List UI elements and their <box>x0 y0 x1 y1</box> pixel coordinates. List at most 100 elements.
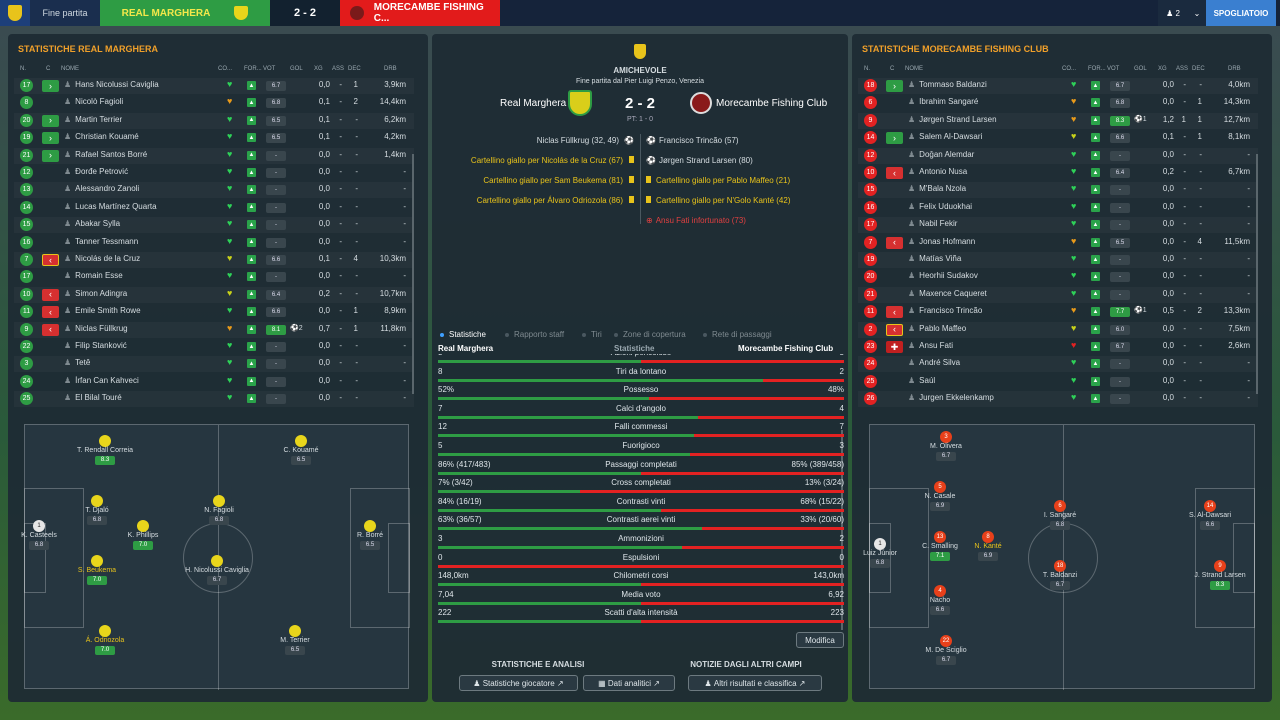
sub-in-icon[interactable]: › <box>42 80 59 92</box>
other-results-button[interactable]: ♟ Altri risultati e classifica ↗ <box>688 675 822 691</box>
col-header-9[interactable]: DEC <box>348 66 361 72</box>
tab-3[interactable]: Zone di copertura <box>614 330 686 339</box>
player-name[interactable]: ♟ Hans Nicolussi Caviglia <box>64 80 159 89</box>
table-row[interactable]: 20 ♟ Heorhii Sudakov ♥ ▲ -0,0- - - <box>858 269 1258 285</box>
sub-out-icon[interactable]: ‹ <box>42 254 59 266</box>
col-header-4[interactable]: FOR... <box>244 66 262 72</box>
col-header-9[interactable]: DEC <box>1192 66 1205 72</box>
col-header-3[interactable]: CO... <box>218 66 232 72</box>
player-name[interactable]: ♟ Christian Kouamé <box>64 132 139 141</box>
player-token[interactable]: 5 N. Casale 6.9 <box>905 481 975 511</box>
player-name[interactable]: ♟ Nabil Fekir <box>908 219 957 228</box>
player-name[interactable]: ♟ Abakar Sylla <box>64 219 120 228</box>
table-row[interactable]: 21 › ♟ Rafael Santos Borré ♥ ▲ -0,0- -1,4km <box>14 148 414 164</box>
player-token[interactable]: 1 K. Casteels 6.8 <box>4 520 74 550</box>
col-header-0[interactable]: N. <box>864 66 870 72</box>
player-name[interactable]: ♟ Filip Stanković <box>64 341 127 350</box>
injury-icon[interactable]: ✚ <box>886 341 903 353</box>
player-token[interactable]: 4 Nacho 6.6 <box>905 585 975 615</box>
table-row[interactable]: 16 ♟ Felix Uduokhai ♥ ▲ -0,0- - - <box>858 200 1258 216</box>
player-name[interactable]: ♟ Lucas Martínez Quarta <box>64 202 157 211</box>
user-count[interactable]: ♟ 2 <box>1158 0 1188 26</box>
col-header-8[interactable]: ASS <box>332 66 344 72</box>
col-header-3[interactable]: CO... <box>1062 66 1076 72</box>
table-row[interactable]: 11 ‹ ♟ Emile Smith Rowe ♥ ▲ 6.6 0,0- 1 8,9km <box>14 304 414 320</box>
tab-0[interactable]: Statistiche <box>440 330 486 339</box>
player-token[interactable]: 18 T. Baldanzi 6.7 <box>1025 560 1095 590</box>
table-row[interactable]: 17 ♟ Nabil Fekir ♥ ▲ -0,0- - - <box>858 217 1258 233</box>
player-name[interactable]: ♟ Romain Esse <box>64 271 123 280</box>
player-name[interactable]: ♟ Tommaso Baldanzi <box>908 80 987 89</box>
table-row[interactable]: 23 ✚ ♟ Ansu Fati ♥ ▲ 6.7 0,0- -2,6km <box>858 339 1258 355</box>
col-header-7[interactable]: XG <box>314 66 323 72</box>
home-team-label[interactable]: REAL MARGHERA <box>100 0 270 26</box>
center-away-team[interactable]: Morecambe Fishing Club <box>716 98 827 109</box>
table-row[interactable]: 19 › ♟ Christian Kouamé ♥ ▲ 6.5 0,1- -4,2km <box>14 130 414 146</box>
table-row[interactable]: 9 ‹ ♟ Niclas Füllkrug ♥ ▲ 8.1 ⚽2 0,7- 1 11,8km <box>14 322 414 338</box>
tab-2[interactable]: Tiri <box>582 330 602 339</box>
player-token[interactable]: K. Phillips 7.0 <box>108 520 178 550</box>
sub-out-icon[interactable]: ‹ <box>886 167 903 179</box>
sub-in-icon[interactable]: › <box>886 132 903 145</box>
away-team-label[interactable]: MORECAMBE FISHING C... <box>340 0 500 26</box>
table-row[interactable]: 12 ♟ Đorđe Petrović ♥ ▲ -0,0- - - <box>14 165 414 181</box>
sub-out-icon[interactable]: ‹ <box>886 323 903 336</box>
col-header-1[interactable]: C <box>890 66 894 72</box>
player-name[interactable]: ♟ Niclas Füllkrug <box>64 324 128 333</box>
player-name[interactable]: ♟ Ibrahim Sangaré <box>908 97 978 106</box>
table-row[interactable]: 24 ♟ İrfan Can Kahveci ♥ ▲ -0,0- - - <box>14 374 414 390</box>
player-token[interactable]: 9 J. Strand Larsen 8.3 <box>1185 560 1255 590</box>
col-header-4[interactable]: FOR... <box>1088 66 1106 72</box>
player-name[interactable]: ♟ Nicolás de la Cruz <box>64 254 140 263</box>
col-header-7[interactable]: XG <box>1158 66 1167 72</box>
col-header-2[interactable]: NOME <box>905 66 923 72</box>
player-name[interactable]: ♟ Felix Uduokhai <box>908 202 972 211</box>
table-row[interactable]: 15 ♟ M'Bala Nzola ♥ ▲ -0,0- - - <box>858 182 1258 198</box>
player-name[interactable]: ♟ Doğan Alemdar <box>908 150 974 159</box>
analytics-button[interactable]: ▦ Dati analitici ↗ <box>583 675 675 691</box>
table-row[interactable]: 10 ‹ ♟ Simon Adingra ♥ ▲ 6.4 0,2- -10,7km <box>14 287 414 303</box>
table-row[interactable]: 11 ‹ ♟ Francisco Trincão ♥ ▲ 7.7 ⚽1 0,5- 2 13,3km <box>858 304 1258 320</box>
table-row[interactable]: 10 ‹ ♟ Antonio Nusa ♥ ▲ 6.4 0,2- -6,7km <box>858 165 1258 181</box>
player-name[interactable]: ♟ Rafael Santos Borré <box>64 150 147 159</box>
table-row[interactable]: 19 ♟ Matías Viña ♥ ▲ -0,0- - - <box>858 252 1258 268</box>
player-token[interactable]: C. Kouamé 6.5 <box>266 435 336 465</box>
col-header-0[interactable]: N. <box>20 66 26 72</box>
player-name[interactable]: ♟ M'Bala Nzola <box>908 184 966 193</box>
player-token[interactable]: T. Rendall Correia 8.3 <box>70 435 140 465</box>
player-token[interactable]: H. Nicolussi Caviglia 6.7 <box>182 555 252 585</box>
table-row[interactable]: 25 ♟ Saúl ♥ ▲ -0,0- - - <box>858 374 1258 390</box>
sub-out-icon[interactable]: ‹ <box>886 306 903 319</box>
table-row[interactable]: 2 ‹ ♟ Pablo Maffeo ♥ ▲ 6.0 0,0- -7,5km <box>858 322 1258 338</box>
player-token[interactable]: 8 N. Kanté 6.9 <box>953 531 1023 561</box>
sub-in-icon[interactable]: › <box>42 114 59 127</box>
player-token[interactable]: M. Terrier 6.5 <box>260 625 330 655</box>
player-name[interactable]: ♟ Pablo Maffeo <box>908 324 966 333</box>
table-row[interactable]: 21 ♟ Maxence Caqueret ♥ ▲ -0,0- - - <box>858 287 1258 303</box>
player-token[interactable]: R. Borré 6.5 <box>335 520 405 550</box>
player-name[interactable]: ♟ Jonas Hofmann <box>908 237 975 246</box>
table-row[interactable]: 9 ♟ Jørgen Strand Larsen ♥ ▲ 8.3 ⚽1 1,2 1 1 12,7km <box>858 113 1258 129</box>
table-row[interactable]: 6 ♟ Ibrahim Sangaré ♥ ▲ 6.8 0,0- 1 14,3km <box>858 95 1258 111</box>
club-logo-icon[interactable] <box>0 0 30 26</box>
col-header-6[interactable]: GOL <box>290 66 303 72</box>
player-name[interactable]: ♟ Martin Terrier <box>64 115 122 124</box>
col-header-10[interactable]: DRB <box>384 66 397 72</box>
sub-out-icon[interactable]: ‹ <box>42 323 59 336</box>
table-row[interactable]: 25 ♟ El Bilal Touré ♥ ▲ -0,0- - - <box>14 391 414 407</box>
player-name[interactable]: ♟ Maxence Caqueret <box>908 289 987 298</box>
sub-in-icon[interactable]: › <box>42 132 59 145</box>
col-header-2[interactable]: NOME <box>61 66 79 72</box>
tab-1[interactable]: Rapporto staff <box>505 330 564 339</box>
table-row[interactable]: 7 ‹ ♟ Nicolás de la Cruz ♥ ▲ 6.6 0,1- 4 10,3km <box>14 252 414 268</box>
tab-fine-partita[interactable]: Fine partita <box>30 0 100 26</box>
player-name[interactable]: ♟ Heorhii Sudakov <box>908 271 978 280</box>
player-name[interactable]: ♟ Tanner Tessmann <box>64 237 138 246</box>
tab-4[interactable]: Rete di passaggi <box>703 330 772 339</box>
table-row[interactable]: 24 ♟ André Silva ♥ ▲ -0,0- - - <box>858 356 1258 372</box>
table-row[interactable]: 3 ♟ Tetê ♥ ▲ -0,0- - - <box>14 356 414 372</box>
player-token[interactable]: S. Beukema 7.0 <box>62 555 132 585</box>
player-name[interactable]: ♟ Matías Viña <box>908 254 961 263</box>
player-name[interactable]: ♟ İrfan Can Kahveci <box>64 376 139 385</box>
col-header-5[interactable]: VOT <box>263 66 275 72</box>
